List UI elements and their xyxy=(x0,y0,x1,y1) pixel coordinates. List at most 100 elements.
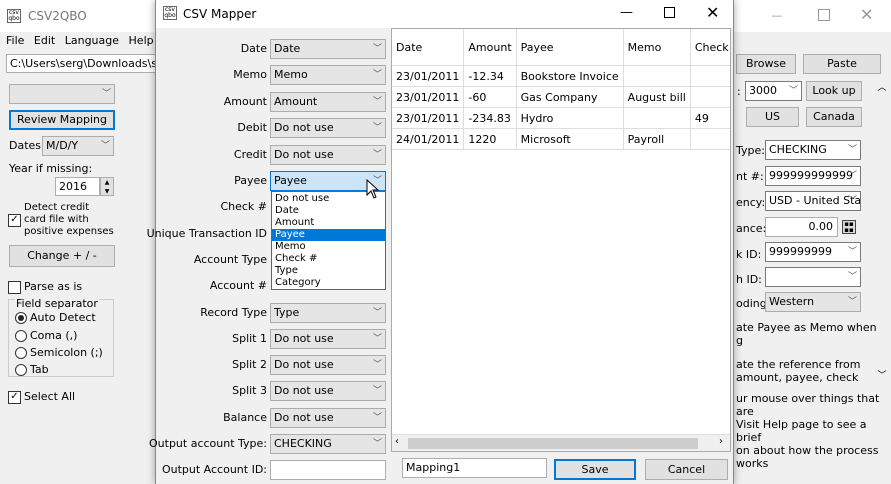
dates-value: M/D/Y xyxy=(46,139,79,152)
table-row[interactable]: 23/01/2011 -12.34 Bookstore Invoice xyxy=(392,65,730,87)
scroll-right-icon[interactable]: › xyxy=(719,436,723,447)
menu-bar: File Edit Language Help xyxy=(6,34,156,50)
scrollbar-down-icon[interactable]: ﹀ xyxy=(875,368,889,382)
select-split2[interactable]: Do not use ﹀ xyxy=(270,355,386,375)
select-memo[interactable]: Memo ﹀ xyxy=(270,65,386,85)
select-amount[interactable]: Amount ﹀ xyxy=(270,92,386,112)
save-button[interactable]: Save xyxy=(554,459,636,480)
calculator-icon[interactable]: ▪▪ ▪▪ xyxy=(842,220,856,234)
grid-header-memo[interactable]: Memo xyxy=(623,29,691,66)
encoding-select[interactable]: Western ﹀ xyxy=(765,292,861,312)
select-credit-value: Do not use xyxy=(274,148,334,161)
dropdown-option[interactable]: Amount xyxy=(272,217,385,229)
scroll-left-icon[interactable]: ‹ xyxy=(395,436,399,447)
select-output-account-type[interactable]: CHECKING ﹀ xyxy=(270,434,386,454)
sep-auto-radio[interactable]: Auto Detect xyxy=(15,311,96,324)
main-close-icon[interactable]: ✕ xyxy=(860,5,873,24)
menu-help[interactable]: Help xyxy=(129,34,154,47)
table-row[interactable]: 24/01/2011 1220 Microsoft Payroll xyxy=(392,128,730,150)
select-split3-value: Do not use xyxy=(274,384,334,397)
help-text: ur mouse over things that are Visit Help… xyxy=(736,392,891,470)
menu-language[interactable]: Language xyxy=(65,34,119,47)
cell-payee: Gas Company xyxy=(516,86,624,108)
cell-amount: -60 xyxy=(463,86,517,108)
currency-select[interactable]: USD - United Sta ﹀ xyxy=(765,191,861,211)
scroll-thumb[interactable] xyxy=(408,438,698,449)
year-label: Year if missing: xyxy=(9,162,93,175)
account-number-value: 999999999999 xyxy=(769,169,853,182)
profile-select[interactable]: ﹀ xyxy=(9,84,115,104)
field-label-check: Check # xyxy=(220,200,267,213)
menu-edit[interactable]: Edit xyxy=(34,34,55,47)
type-select[interactable]: CHECKING ﹀ xyxy=(765,140,861,160)
balance-input[interactable]: 0.00 xyxy=(765,217,838,237)
dropdown-option[interactable]: Check # xyxy=(272,253,385,265)
select-all-checkbox[interactable]: ✓ Select All xyxy=(8,390,75,404)
main-maximize-icon[interactable] xyxy=(818,9,830,21)
us-button[interactable]: US xyxy=(746,107,799,127)
lookup-button[interactable]: Look up xyxy=(806,81,862,101)
field-label-payee: Payee xyxy=(234,174,267,187)
select-split3[interactable]: Do not use ﹀ xyxy=(270,381,386,401)
scrollbar-up-icon[interactable]: ︿ xyxy=(875,80,889,94)
dropdown-option-selected[interactable]: Payee xyxy=(272,229,385,241)
paste-button[interactable]: Paste xyxy=(803,54,881,74)
select-date[interactable]: Date ﹀ xyxy=(270,39,386,59)
dropdown-option[interactable]: Type xyxy=(272,265,385,277)
file-path-input[interactable]: C:\Users\serg\Downloads\sampl xyxy=(6,54,156,73)
output-account-id-input[interactable] xyxy=(270,460,386,480)
detect-credit-checkbox[interactable]: ✓ xyxy=(8,213,24,227)
parse-as-is-label: Parse as is xyxy=(24,280,83,293)
cell-memo: August bill xyxy=(623,86,691,108)
mouse-cursor-icon xyxy=(366,178,380,202)
right-scrollbar[interactable] xyxy=(875,95,889,365)
sep-tab-label: Tab xyxy=(30,363,49,376)
year-spinner[interactable]: ▲ ▼ xyxy=(100,177,114,196)
menu-file[interactable]: File xyxy=(6,34,24,47)
grid-header-date[interactable]: Date xyxy=(392,29,465,66)
main-window-title: CSV2QBO xyxy=(28,9,87,23)
parse-as-is-checkbox[interactable]: Parse as is xyxy=(8,280,82,294)
dropdown-option[interactable]: Category xyxy=(272,277,385,289)
branch-id-select[interactable]: ﹀ xyxy=(765,267,861,287)
cell-payee: Hydro xyxy=(516,107,624,129)
change-sign-button[interactable]: Change + / - xyxy=(9,245,115,267)
sep-coma-radio[interactable]: Coma (,) xyxy=(15,329,77,342)
browse-button[interactable]: Browse xyxy=(736,54,796,74)
select-debit[interactable]: Do not use ﹀ xyxy=(270,118,386,138)
table-row[interactable]: 23/01/2011 -60 Gas Company August bill xyxy=(392,86,730,108)
field-labels-column: Date Memo Amount Debit Credit Payee Chec… xyxy=(147,0,267,484)
mapping-name-input[interactable]: Mapping1 xyxy=(402,458,547,478)
grid-header-payee[interactable]: Payee xyxy=(516,29,624,66)
grid-horizontal-scrollbar[interactable]: ‹ › xyxy=(392,434,730,451)
year-input[interactable]: 2016 xyxy=(55,177,100,196)
field-label-split1: Split 1 xyxy=(232,332,267,345)
rows-select[interactable]: 3000 ﹀ xyxy=(745,81,802,101)
cancel-button[interactable]: Cancel xyxy=(645,459,728,480)
main-minimize-icon[interactable]: — xyxy=(770,9,784,23)
dates-select[interactable]: M/D/Y ﹀ xyxy=(42,136,114,156)
cell-check xyxy=(690,86,730,108)
mapper-close-icon[interactable]: ✕ xyxy=(706,3,719,22)
preview-grid[interactable]: Date Amount Payee Memo Check # 23/01/201… xyxy=(391,28,731,452)
grid-header-row: Date Amount Payee Memo Check # xyxy=(392,29,730,66)
grid-header-amount[interactable]: Amount xyxy=(463,29,517,66)
account-number-select[interactable]: 999999999999 ﹀ xyxy=(765,166,861,186)
table-row[interactable]: 23/01/2011 -234.83 Hydro 49 xyxy=(392,107,730,129)
dropdown-option[interactable]: Date xyxy=(272,205,385,217)
select-record-type[interactable]: Type ﹀ xyxy=(270,303,386,323)
mapper-maximize-icon[interactable] xyxy=(664,7,675,18)
grid-header-check[interactable]: Check # xyxy=(690,29,730,66)
select-split1[interactable]: Do not use ﹀ xyxy=(270,329,386,349)
dropdown-option[interactable]: Memo xyxy=(272,241,385,253)
select-balance[interactable]: Do not use ﹀ xyxy=(270,408,386,428)
sep-auto-label: Auto Detect xyxy=(30,311,96,324)
select-credit[interactable]: Do not use ﹀ xyxy=(270,145,386,165)
sep-semicolon-radio[interactable]: Semicolon (;) xyxy=(15,346,103,359)
sep-tab-radio[interactable]: Tab xyxy=(15,363,49,376)
canada-button[interactable]: Canada xyxy=(806,107,862,127)
mapper-minimize-icon[interactable]: — xyxy=(620,5,633,20)
payee-dropdown-list[interactable]: Do not use Date Amount Payee Memo Check … xyxy=(271,191,386,290)
bank-id-select[interactable]: 999999999 ﹀ xyxy=(765,242,861,262)
review-mapping-button[interactable]: Review Mapping xyxy=(9,110,115,130)
